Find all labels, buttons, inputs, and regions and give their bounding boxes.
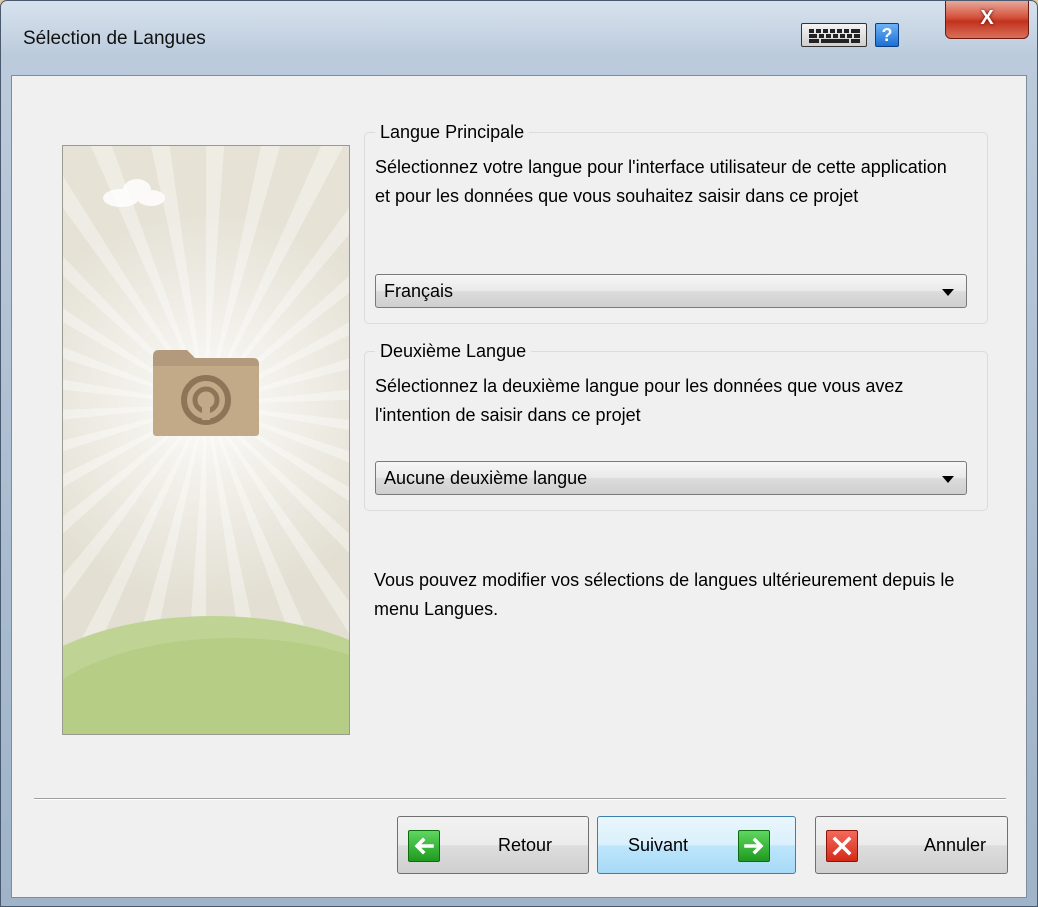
keyboard-icon[interactable] [801, 23, 867, 47]
back-button-label: Retour [498, 835, 553, 855]
cancel-button-label: Annuler [924, 835, 987, 855]
cancel-button[interactable]: Annuler [815, 816, 1008, 874]
banner-illustration [62, 145, 350, 735]
language-note: Vous pouvez modifier vos sélections de l… [374, 570, 955, 619]
language-selection-dialog: Sélection de Langues ? X Langue Principa… [0, 0, 1038, 907]
folder-icon [153, 350, 259, 436]
dialog-content: Langue Principale Sélectionnez votre lan… [11, 75, 1027, 898]
close-button[interactable]: X [945, 1, 1029, 39]
arrow-left-icon [408, 830, 440, 862]
primary-language-select[interactable]: Français [375, 274, 967, 308]
second-language-legend: Deuxième Langue [375, 341, 532, 362]
arrow-right-icon [738, 830, 770, 862]
close-icon: X [980, 7, 994, 29]
next-button-label: Suivant [628, 835, 689, 855]
cloud-icon [103, 179, 165, 207]
second-language-group: Deuxième Langue Sélectionnez la deuxième… [364, 341, 988, 511]
chevron-down-icon [942, 289, 954, 296]
primary-language-legend: Langue Principale [375, 122, 530, 143]
title-bar[interactable]: Sélection de Langues ? X [1, 1, 1037, 75]
primary-language-description: Sélectionnez votre langue pour l'interfa… [375, 157, 947, 206]
x-icon [826, 830, 858, 862]
second-language-description: Sélectionnez la deuxième langue pour les… [375, 376, 904, 425]
footer-divider [34, 798, 1006, 800]
back-button[interactable]: Retour [397, 816, 589, 874]
second-language-select[interactable]: Aucune deuxième langue [375, 461, 967, 495]
chevron-down-icon [942, 476, 954, 483]
window-title: Sélection de Langues [23, 28, 206, 49]
primary-language-group: Langue Principale Sélectionnez votre lan… [364, 122, 988, 324]
help-icon[interactable]: ? [875, 23, 899, 47]
primary-language-value: Français [384, 281, 454, 301]
second-language-value: Aucune deuxième langue [384, 468, 588, 488]
next-button[interactable]: Suivant [597, 816, 796, 874]
